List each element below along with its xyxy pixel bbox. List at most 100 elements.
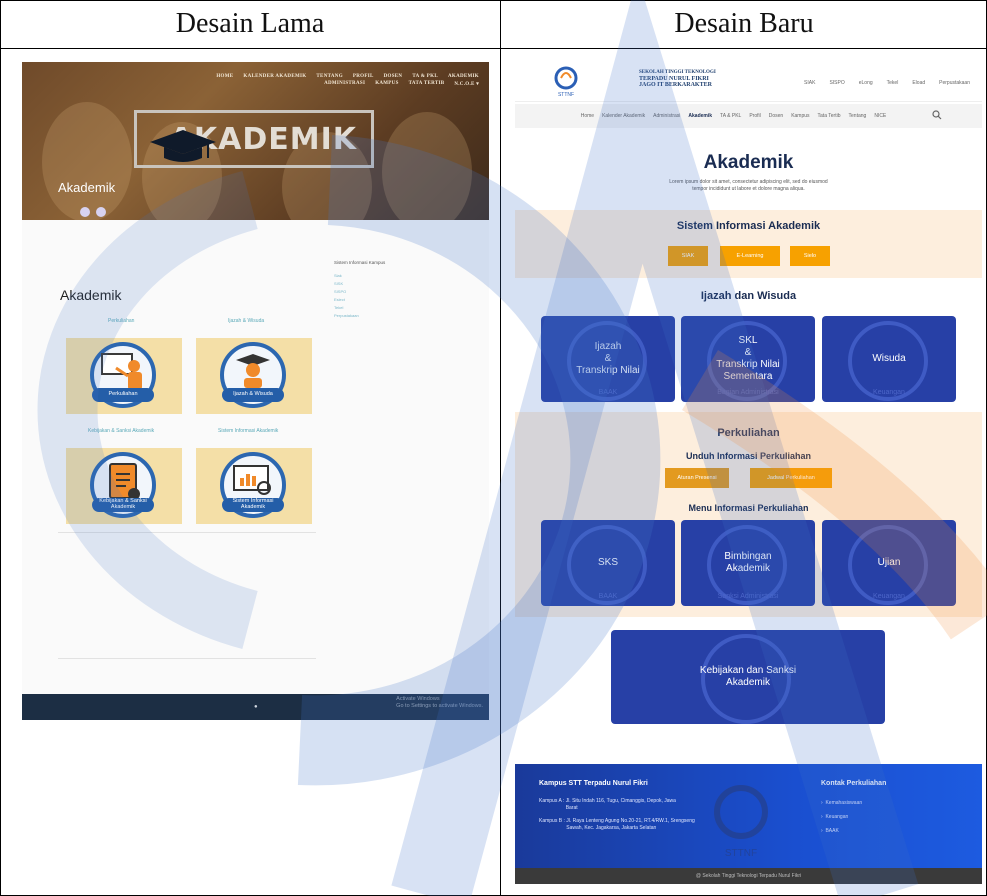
old-sidebar-link[interactable]: Siak (334, 273, 385, 278)
siak-button[interactable]: SIAK (668, 246, 708, 266)
sks-card[interactable]: SKS BAAK (541, 520, 675, 606)
skl-card[interactable]: SKL & Transkrip Nilai Sementara Bagian A… (681, 316, 815, 402)
top-link[interactable]: eLong (859, 80, 873, 86)
old-navbar: HOME KALENDER AKADEMIK TENTANG PROFIL DO… (189, 74, 479, 87)
top-link[interactable]: SIAK (804, 80, 815, 86)
nav-item[interactable]: Administrasi (653, 113, 680, 119)
header-new-design: Desain Baru (674, 8, 814, 39)
old-nav-item[interactable]: ADMINISTRASI (324, 81, 365, 87)
old-divider (58, 532, 316, 533)
old-card-kebijakan[interactable]: Kebijakan & Sanksi Akademik (66, 448, 182, 524)
nav-item[interactable]: Dosen (769, 113, 783, 119)
ujian-card[interactable]: Ujian Keuangan (822, 520, 956, 606)
new-design-screenshot: STTNF SEKOLAH TINGGI TEKNOLOGI TERPADU N… (515, 62, 982, 890)
wisuda-card[interactable]: Wisuda Keuangan (822, 316, 956, 402)
old-nav-item[interactable]: TA & PKL (412, 74, 438, 79)
aturan-presensi-button[interactable]: Aturan Presensi (665, 468, 729, 488)
old-nav-item[interactable]: HOME (216, 74, 233, 79)
old-card-label[interactable]: Perkuliahan (108, 318, 134, 324)
old-nav-item[interactable]: TATA TERTIB (409, 81, 445, 87)
nav-item[interactable]: Kampus (791, 113, 809, 119)
footer-link-baak[interactable]: › BAAK (821, 828, 839, 834)
old-card-label[interactable]: Kebijakan & Sanksi Akademik (88, 428, 154, 434)
old-sidebar-link[interactable]: SISK (334, 281, 385, 286)
svg-text:STTNF: STTNF (558, 92, 574, 98)
nav-item[interactable]: TA & PKL (720, 113, 741, 119)
elearning-button[interactable]: E-Learning (720, 246, 780, 266)
top-links: SIAK SISPO eLong Tekel Eload Perpustakaa… (804, 80, 970, 86)
nav-item[interactable]: Kalender Akademik (602, 113, 645, 119)
menu-title: Menu Informasi Perkuliahan (688, 503, 809, 513)
old-sidebar-link[interactable]: SISPO (334, 289, 385, 294)
new-topbar: STTNF SEKOLAH TINGGI TEKNOLOGI TERPADU N… (515, 62, 982, 102)
graduation-cap-icon (150, 130, 216, 162)
nav-item[interactable]: Tentang (849, 113, 867, 119)
table-header-divider (0, 48, 987, 49)
sia-title: Sistem Informasi Akademik (676, 220, 821, 232)
old-card-pill: Perkuliahan (92, 388, 154, 402)
old-hero-title: Akademik (58, 180, 116, 195)
copyright: @ Sekolah Tinggi Teknologi Terpadu Nurul… (515, 868, 982, 884)
campus-b: Kampus B : Jl. Raya Lenteng Agung No.20-… (539, 818, 695, 831)
perkuliahan-title: Perkuliahan (717, 427, 780, 439)
nav-item[interactable]: Tata Tertib (818, 113, 841, 119)
footer-link-keuangan[interactable]: › Keuangan (821, 814, 848, 820)
old-nav-item[interactable]: TENTANG (316, 74, 342, 79)
nav-item[interactable]: Profil (749, 113, 760, 119)
page-intro: Lorem ipsum dolor sit amet, consectetur … (669, 179, 828, 192)
old-sidebar-heading: Sistem Informasi Kampus (334, 260, 386, 265)
old-decor-dots (80, 204, 112, 220)
footer-contact-title: Kontak Perkuliahan (821, 780, 887, 787)
ijazah-title: Ijazah dan Wisuda (700, 290, 797, 302)
header-old-design: Desain Lama (175, 8, 325, 39)
old-nav-item[interactable]: AKADEMIK (448, 74, 479, 79)
old-card-label[interactable]: Sistem Informasi Akademik (218, 428, 278, 434)
old-sidebar-link[interactable]: Eslect (334, 297, 385, 302)
old-card-ijazah[interactable]: Ijazah & Wisuda (196, 338, 312, 414)
old-hero: HOME KALENDER AKADEMIK TENTANG PROFIL DO… (22, 62, 489, 220)
bimbingan-card[interactable]: Bimbingan Akademik Sanksi Administrasi (681, 520, 815, 606)
old-divider (58, 658, 316, 659)
top-link[interactable]: Tekel (887, 80, 899, 86)
footer-logo-icon: STTNF (714, 785, 768, 859)
old-page-title: Akademik (60, 287, 122, 303)
svg-text:STTNF: STTNF (725, 848, 757, 859)
search-icon[interactable] (932, 110, 942, 120)
footer-campus-title: Kampus STT Terpadu Nurul Fikri (539, 780, 648, 787)
top-link[interactable]: Eload (912, 80, 925, 86)
old-card-label[interactable]: Ijazah & Wisuda (228, 318, 264, 324)
old-card-pill: Ijazah & Wisuda (222, 388, 284, 402)
old-design-screenshot: HOME KALENDER AKADEMIK TENTANG PROFIL DO… (22, 62, 489, 720)
stt-nf-logo-icon: STTNF (554, 66, 578, 98)
nav-item-active[interactable]: Akademik (688, 113, 712, 119)
top-link[interactable]: SISPO (829, 80, 844, 86)
new-navbar: Home Kalender Akademik Administrasi Akad… (515, 104, 982, 128)
old-sidebar-link[interactable]: Perpustakaan (334, 313, 385, 318)
old-nav-item[interactable]: KALENDER AKADEMIK (243, 74, 306, 79)
old-card-sia[interactable]: Sistem Informasi Akademik (196, 448, 312, 524)
footer-link-kemahasiswaan[interactable]: › Kemahasiswaan (821, 800, 862, 806)
sielo-button[interactable]: Sielo (790, 246, 830, 266)
old-nav-item[interactable]: N.C.O.E ▾ (454, 81, 479, 87)
old-card-perkuliahan[interactable]: Perkuliahan (66, 338, 182, 414)
old-footer-icon: ● (254, 704, 258, 710)
kebijakan-card[interactable]: Kebijakan dan Sanksi Akademik (611, 630, 885, 724)
activate-windows-notice: Activate Windows Go to Settings to activ… (396, 696, 483, 709)
nav-item[interactable]: NICE (874, 113, 886, 119)
old-sidebar-link[interactable]: Tekel (334, 305, 385, 310)
old-card-pill: Kebijakan & Sanksi Akademik (92, 498, 154, 512)
old-nav-item[interactable]: KAMPUS (375, 81, 398, 87)
nav-item[interactable]: Home (581, 113, 594, 119)
jadwal-button[interactable]: Jadwal Perkuliahan (750, 468, 832, 488)
page-title: Akademik (703, 152, 794, 173)
unduh-title: Unduh Informasi Perkuliahan (685, 451, 812, 461)
old-nav-item[interactable]: DOSEN (384, 74, 403, 79)
top-link[interactable]: Perpustakaan (939, 80, 970, 86)
table-divider (500, 0, 501, 896)
new-footer: Kampus STT Terpadu Nurul Fikri Kampus A … (515, 764, 982, 884)
old-nav-item[interactable]: PROFIL (353, 74, 374, 79)
old-card-pill: Sistem Informasi Akademik (222, 498, 284, 512)
school-name: SEKOLAH TINGGI TEKNOLOGI TERPADU NURUL F… (639, 70, 716, 89)
campus-a: Kampus A : Jl. Situ Indah 116, Tugu, Cim… (539, 798, 676, 811)
ijazah-card[interactable]: Ijazah & Transkrip Nilai BAAK (541, 316, 675, 402)
